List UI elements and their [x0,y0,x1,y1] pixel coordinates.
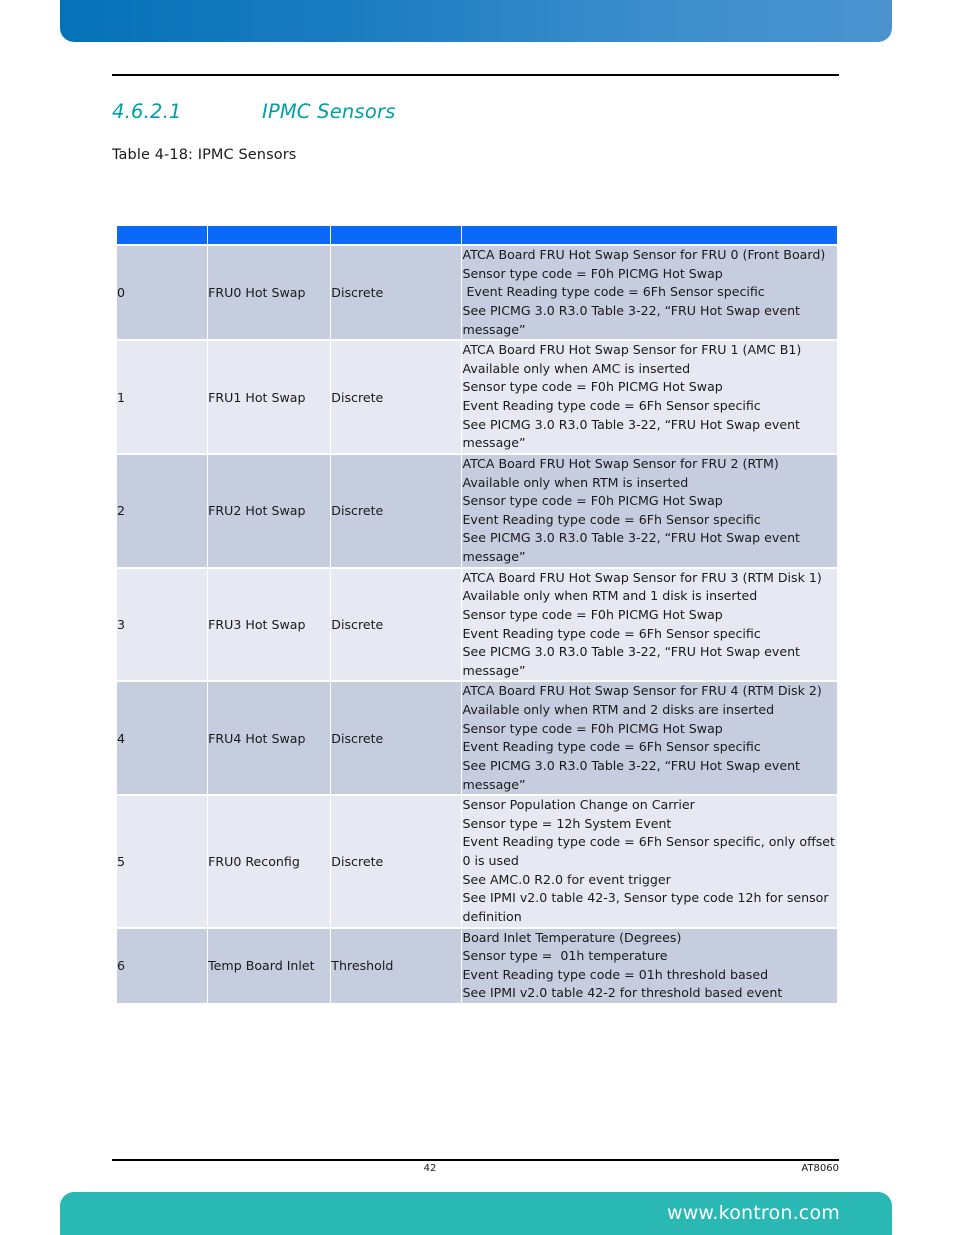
document-code: AT8060 [801,1163,839,1174]
table-header-row [117,226,837,244]
table-row: 4 FRU4 Hot Swap Discrete ATCA Board FRU … [117,682,837,795]
table-row: 6 Temp Board Inlet Threshold Board Inlet… [117,928,837,1003]
cell-sensor-name: FRU0 Reconfig [208,796,331,927]
cell-sensor-number: 6 [117,928,208,1003]
table-body: 0 FRU0 Hot Swap Discrete ATCA Board FRU … [117,246,837,1003]
cell-sensor-name: FRU1 Hot Swap [208,341,331,453]
column-header-description [462,226,837,244]
table-caption: Table 4-18: IPMC Sensors [112,147,297,163]
cell-sensor-number: 2 [117,454,208,567]
cell-sensor-name: FRU0 Hot Swap [208,246,331,340]
cell-sensor-type: Discrete [331,246,462,340]
cell-sensor-name: FRU3 Hot Swap [208,568,331,681]
cell-sensor-description: Sensor Population Change on Carrier Sens… [462,796,837,927]
cell-sensor-name: FRU4 Hot Swap [208,682,331,795]
cell-sensor-number: 5 [117,796,208,927]
cell-sensor-number: 1 [117,341,208,453]
page-number: 42 [423,1163,437,1174]
cell-sensor-type: Discrete [331,796,462,927]
cell-sensor-type: Discrete [331,682,462,795]
column-header-name [208,226,331,244]
cell-sensor-type: Discrete [331,341,462,453]
cell-sensor-number: 3 [117,568,208,681]
cell-sensor-name: Temp Board Inlet [208,928,331,1003]
footer-divider [112,1159,839,1161]
table-row: 3 FRU3 Hot Swap Discrete ATCA Board FRU … [117,568,837,681]
website-url: www.kontron.com [666,1202,840,1224]
table-row: 0 FRU0 Hot Swap Discrete ATCA Board FRU … [117,246,837,340]
table-row: 2 FRU2 Hot Swap Discrete ATCA Board FRU … [117,454,837,567]
cell-sensor-number: 0 [117,246,208,340]
top-banner [60,0,892,42]
cell-sensor-description: ATCA Board FRU Hot Swap Sensor for FRU 2… [462,454,837,567]
page-title: 4.6.2.1 IPMC Sensors [112,100,839,123]
header-divider [112,74,839,76]
cell-sensor-type: Discrete [331,454,462,567]
cell-sensor-description: ATCA Board FRU Hot Swap Sensor for FRU 0… [462,246,837,340]
table-row: 1 FRU1 Hot Swap Discrete ATCA Board FRU … [117,341,837,453]
page-content: 4.6.2.1 IPMC Sensors Table 4-18: IPMC Se… [112,100,839,163]
cell-sensor-description: ATCA Board FRU Hot Swap Sensor for FRU 4… [462,682,837,795]
cell-sensor-description: ATCA Board FRU Hot Swap Sensor for FRU 3… [462,568,837,681]
ipmc-sensors-table: 0 FRU0 Hot Swap Discrete ATCA Board FRU … [116,224,838,1005]
cell-sensor-name: FRU2 Hot Swap [208,454,331,567]
table-header [117,226,837,244]
column-header-type [331,226,462,244]
cell-sensor-description: Board Inlet Temperature (Degrees) Sensor… [462,928,837,1003]
cell-sensor-description: ATCA Board FRU Hot Swap Sensor for FRU 1… [462,341,837,453]
cell-sensor-number: 4 [117,682,208,795]
column-header-number [117,226,208,244]
section-title: IPMC Sensors [262,100,396,123]
section-number: 4.6.2.1 [112,100,182,123]
cell-sensor-type: Discrete [331,568,462,681]
bottom-banner: www.kontron.com [60,1192,892,1235]
table-row: 5 FRU0 Reconfig Discrete Sensor Populati… [117,796,837,927]
cell-sensor-type: Threshold [331,928,462,1003]
